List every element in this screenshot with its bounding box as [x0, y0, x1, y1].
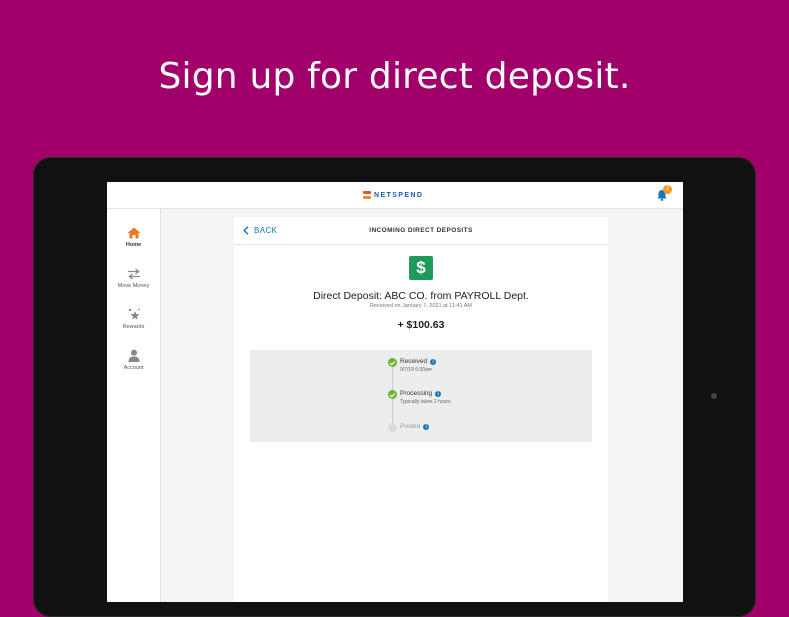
tablet-camera-dot [711, 393, 717, 399]
step-detail: 9/7/19 6:00am [400, 367, 432, 373]
deposit-detail-card: BACK INCOMING DIRECT DEPOSITS $ Direct D… [234, 217, 608, 602]
home-icon [127, 227, 140, 239]
info-icon[interactable]: i [435, 390, 442, 397]
netspend-logo-icon [363, 191, 371, 199]
check-circle-icon [388, 390, 397, 399]
timeline-connector [392, 366, 393, 393]
pending-circle-icon [388, 423, 397, 432]
step-label: Received i [400, 358, 437, 365]
notification-badge: 2 [663, 185, 672, 194]
sidebar-item-rewards[interactable]: Rewards [107, 308, 160, 330]
headline: Sign up for direct deposit. [158, 56, 631, 97]
received-date: Received on January 7, 2021 at 11:41 AM [369, 303, 473, 309]
card-header: BACK INCOMING DIRECT DEPOSITS [234, 217, 608, 245]
sidebar-item-label: Home [125, 242, 142, 248]
card-title: INCOMING DIRECT DEPOSITS [369, 227, 473, 234]
deposit-amount: + $100.63 [397, 319, 445, 331]
top-bar: NETSPEND 2 [107, 182, 683, 209]
sidebar: Home Move Money Rewards Account [107, 209, 161, 602]
sidebar-item-label: Rewards [122, 324, 145, 330]
check-circle-icon [388, 358, 397, 367]
step-label: Processing i [400, 390, 442, 397]
info-icon[interactable]: i [430, 358, 437, 365]
dollar-icon: $ [409, 256, 433, 280]
step-detail: Typically takes 2 hours [400, 399, 451, 405]
sidebar-item-label: Account [123, 365, 144, 371]
sidebar-item-label: Move Money [117, 283, 150, 289]
info-icon[interactable]: i [423, 423, 430, 430]
transfer-icon [127, 268, 140, 280]
rewards-icon [128, 308, 140, 320]
status-timeline: Received i 9/7/19 6:00am Processing i Ty… [250, 350, 592, 442]
sidebar-item-account[interactable]: Account [107, 349, 160, 371]
account-icon [128, 349, 139, 362]
timeline-connector [392, 399, 393, 425]
app-screen: NETSPEND 2 Home Move Money Rewards Accou… [107, 182, 683, 602]
deposit-title: Direct Deposit: ABC CO. from PAYROLL Dep… [313, 290, 529, 302]
sidebar-item-home[interactable]: Home [107, 227, 160, 248]
sidebar-item-move-money[interactable]: Move Money [107, 268, 160, 289]
step-label: Posted i [400, 423, 430, 430]
brand-name: NETSPEND [374, 191, 424, 199]
brand-logo: NETSPEND [363, 190, 423, 200]
